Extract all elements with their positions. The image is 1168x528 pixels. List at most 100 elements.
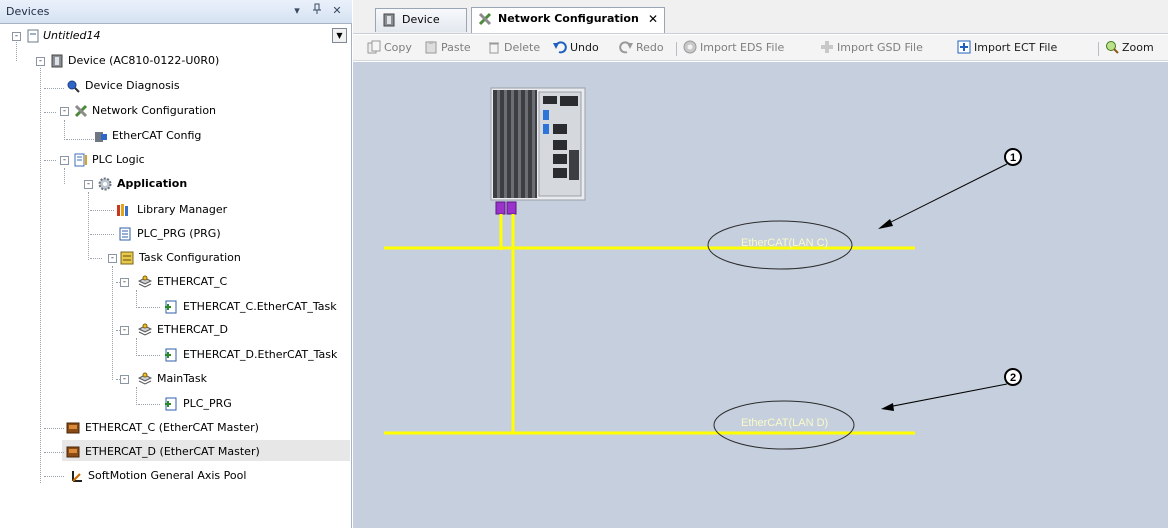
paste-icon — [424, 40, 438, 54]
bus-c-label: EtherCAT(LAN C) — [741, 237, 828, 249]
import-gsd-button[interactable]: Import GSD File — [820, 40, 923, 58]
devices-panel-titlebar: Devices ▾ ✕ — [0, 0, 352, 24]
undo-label: Undo — [570, 41, 599, 54]
paste-button[interactable]: Paste — [424, 40, 471, 58]
project-icon — [26, 29, 40, 43]
zoom-label: Zoom — [1122, 41, 1154, 54]
collapse-toggle-icon[interactable]: - — [108, 254, 117, 263]
tree-item-label: Library Manager — [137, 203, 228, 216]
toolbar-separator — [676, 42, 677, 56]
collapse-toggle-icon[interactable]: - — [84, 180, 93, 189]
tab-device[interactable]: Device — [375, 8, 467, 32]
plc-device-icon — [382, 13, 396, 27]
tree-item-task-main[interactable]: - MainTask — [0, 370, 340, 388]
tree-item-label: PLC_PRG (PRG) — [137, 227, 221, 240]
tree-item-softmotion-axis-pool[interactable]: SoftMotion General Axis Pool — [0, 467, 340, 485]
tree-item-label: Device (AC810-0122-U0R0) — [68, 54, 220, 67]
import-gsd-label: Import GSD File — [837, 41, 923, 54]
plc-logic-icon — [74, 153, 88, 167]
panel-menu-dropdown-icon[interactable]: ▾ — [290, 3, 304, 19]
collapse-toggle-icon[interactable]: - — [36, 57, 45, 66]
tab-network-configuration[interactable]: Network Configuration ✕ — [471, 7, 665, 33]
tree-item-ethercat-c-master[interactable]: ETHERCAT_C (EtherCAT Master) — [0, 419, 340, 437]
tree-item-ethercat-d-master[interactable]: ETHERCAT_D (EtherCAT Master) — [0, 443, 340, 461]
ethercat-port-d[interactable] — [506, 201, 517, 215]
paste-label: Paste — [441, 41, 471, 54]
controller-device[interactable] — [490, 87, 586, 201]
tree-item-task-ethercat-c[interactable]: - ETHERCAT_C — [0, 273, 340, 291]
import-ect-button[interactable]: Import ECT File — [957, 40, 1057, 58]
import-gsd-icon — [820, 40, 834, 54]
collapse-toggle-icon[interactable]: - — [60, 107, 69, 116]
tree-item-label: PLC_PRG — [183, 397, 232, 410]
callout-2-number: 2 — [1010, 372, 1016, 384]
redo-button[interactable]: Redo — [619, 40, 664, 58]
undo-button[interactable]: Undo — [553, 40, 599, 58]
tree-item-label: Device Diagnosis — [85, 79, 180, 92]
task-stack-icon — [137, 275, 153, 289]
devices-panel: Devices ▾ ✕ ▼ - Untitled14 - Device (AC8… — [0, 0, 352, 528]
magnifier-icon — [66, 79, 80, 93]
tree-item-application[interactable]: - Application — [0, 175, 340, 193]
bus-d-label: EtherCAT(LAN D) — [741, 417, 828, 429]
heatsink-fins — [493, 90, 537, 198]
import-eds-icon — [683, 40, 697, 54]
task-configuration-icon — [120, 251, 134, 265]
redo-icon — [619, 40, 633, 54]
tree-item-library-manager[interactable]: Library Manager — [0, 201, 340, 219]
tree-item-project[interactable]: - Untitled14 — [0, 27, 330, 45]
tree-item-label: ETHERCAT_D — [157, 323, 229, 336]
import-eds-button[interactable]: Import EDS File — [683, 40, 784, 58]
tree-collapse-dropdown-icon[interactable]: ▼ — [332, 28, 347, 43]
collapse-toggle-icon[interactable]: - — [120, 326, 129, 335]
collapse-toggle-icon[interactable]: - — [120, 278, 129, 287]
panel-pin-icon[interactable] — [310, 3, 324, 19]
tree-item-device-diagnosis[interactable]: Device Diagnosis — [0, 77, 340, 95]
ethercat-master-icon — [66, 445, 80, 459]
collapse-toggle-icon[interactable]: - — [60, 156, 69, 165]
tree-item-task-call-plc-prg[interactable]: PLC_PRG — [0, 395, 340, 413]
network-diagram-canvas[interactable]: EtherCAT(LAN C) EtherCAT(LAN D) 1 2 — [353, 62, 1168, 528]
tree-item-task-ethercat-d[interactable]: - ETHERCAT_D — [0, 321, 340, 339]
tree-item-label: PLC Logic — [92, 153, 145, 166]
tree-item-label: ETHERCAT_C — [157, 275, 228, 288]
callout-1-arrowhead — [878, 219, 893, 229]
tree-item-device[interactable]: - Device (AC810-0122-U0R0) — [0, 52, 340, 70]
library-books-icon — [116, 203, 130, 217]
tree-item-task-configuration[interactable]: - Task Configuration — [0, 249, 340, 267]
undo-icon — [553, 40, 567, 54]
ethercat-config-icon — [94, 129, 108, 143]
panel-close-icon[interactable]: ✕ — [330, 3, 344, 19]
callout-1-number: 1 — [1010, 152, 1016, 164]
import-ect-icon — [957, 40, 971, 54]
tree-item-plc-logic[interactable]: - PLC Logic — [0, 151, 340, 169]
copy-button[interactable]: Copy — [367, 40, 412, 58]
tree-item-label: SoftMotion General Axis Pool — [88, 469, 247, 482]
editor-tabstrip: Device Network Configuration ✕ — [353, 0, 1168, 34]
delete-button[interactable]: Delete — [487, 40, 540, 58]
devices-panel-title: Devices — [6, 5, 50, 18]
network-tools-icon — [74, 104, 88, 118]
tree-item-task-call-ethercat-d[interactable]: ETHERCAT_D.EtherCAT_Task — [0, 346, 350, 364]
program-file-icon — [118, 227, 132, 241]
tree-item-plc-prg[interactable]: PLC_PRG (PRG) — [0, 225, 340, 243]
tab-close-icon[interactable]: ✕ — [648, 8, 658, 30]
delete-label: Delete — [504, 41, 541, 54]
callout-1-arrow — [884, 163, 1008, 226]
ethercat-master-icon — [66, 421, 80, 435]
tree-item-label: Application — [117, 177, 188, 190]
zoom-button[interactable]: Zoom — [1105, 40, 1154, 58]
collapse-toggle-icon[interactable]: - — [12, 32, 21, 41]
tree-item-task-call-ethercat-c[interactable]: ETHERCAT_C.EtherCAT_Task — [0, 298, 350, 316]
task-stack-icon — [137, 372, 153, 386]
ethercat-port-c[interactable] — [495, 201, 506, 215]
tree-item-network-configuration[interactable]: - Network Configuration — [0, 102, 340, 120]
callout-2-arrow — [887, 383, 1008, 408]
tree-item-label: ETHERCAT_D.EtherCAT_Task — [183, 348, 338, 361]
tree-item-ethercat-config[interactable]: EtherCAT Config — [0, 127, 340, 145]
tree-item-label: Task Configuration — [139, 251, 241, 264]
tab-label: Network Configuration — [498, 12, 639, 25]
application-gear-icon — [98, 177, 112, 191]
collapse-toggle-icon[interactable]: - — [120, 375, 129, 384]
tree-item-label: MainTask — [157, 372, 207, 385]
